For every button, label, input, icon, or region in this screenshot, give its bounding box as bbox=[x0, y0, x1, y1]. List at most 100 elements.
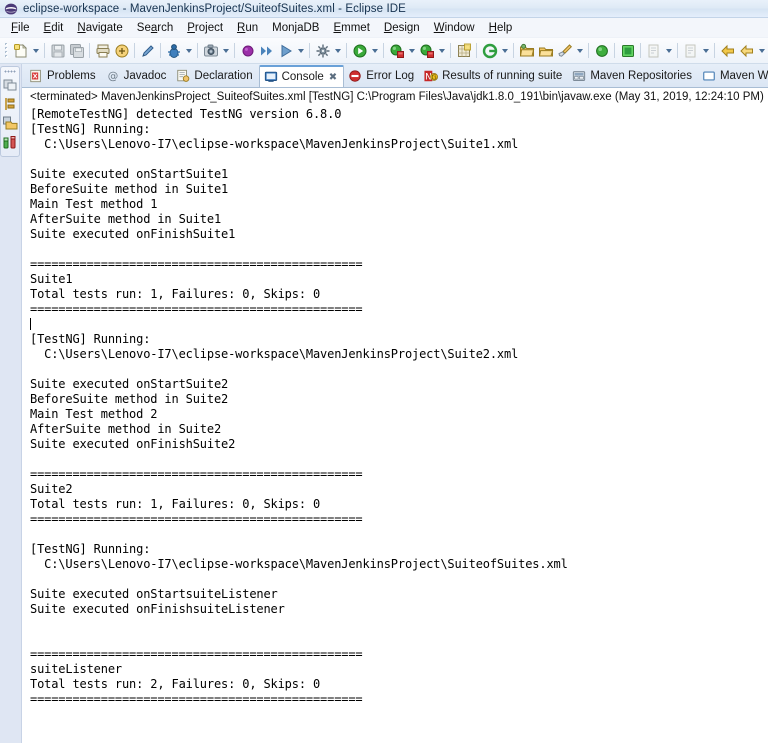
open-type-icon[interactable] bbox=[536, 41, 555, 61]
tab-label: Maven Repositories bbox=[590, 70, 692, 82]
toolbar-separator bbox=[450, 43, 451, 58]
tab-label: Results of running suite bbox=[442, 70, 562, 82]
fast-view-grip[interactable] bbox=[4, 69, 16, 74]
tab-javadoc[interactable]: @ Javadoc bbox=[102, 65, 173, 87]
quick-fix-icon[interactable] bbox=[138, 41, 157, 61]
workbench-main-area: Problems @ Javadoc Decl bbox=[0, 64, 768, 743]
menu-item-emmet[interactable]: Emmet bbox=[326, 21, 376, 35]
toolbar-separator bbox=[588, 43, 589, 58]
menu-item-file[interactable]: File bbox=[4, 21, 37, 35]
external-tools-dropdown-arrow[interactable] bbox=[332, 41, 343, 61]
console-output-text: [RemoteTestNG] detected TestNG version 6… bbox=[30, 107, 768, 707]
debug-icon[interactable] bbox=[164, 41, 183, 61]
javadoc-icon: @ bbox=[106, 69, 120, 83]
svg-text:G: G bbox=[431, 74, 436, 82]
package-explorer-icon[interactable] bbox=[2, 77, 18, 93]
brush-dropdown-arrow[interactable] bbox=[574, 41, 585, 61]
toolbar-separator bbox=[614, 43, 615, 58]
open-task-icon[interactable] bbox=[644, 41, 663, 61]
back-dropdown-arrow[interactable] bbox=[756, 41, 767, 61]
tab-label: Error Log bbox=[366, 70, 414, 82]
menu-item-monjadb[interactable]: MonjaDB bbox=[265, 21, 326, 35]
console-text-after-caret: [TestNG] Running: C:\Users\Lenovo-I7\ecl… bbox=[30, 332, 568, 706]
print-icon[interactable] bbox=[93, 41, 112, 61]
console-output-area[interactable]: [RemoteTestNG] detected TestNG version 6… bbox=[22, 106, 768, 743]
maven-repositories-icon bbox=[572, 69, 586, 83]
maven-workspace-icon bbox=[702, 69, 716, 83]
coverage-last-dropdown-arrow[interactable] bbox=[436, 41, 447, 61]
external-tools-icon[interactable] bbox=[313, 41, 332, 61]
toolbar-grip[interactable] bbox=[3, 43, 10, 59]
main-toolbar bbox=[0, 38, 768, 64]
menu-item-project[interactable]: Project bbox=[180, 21, 230, 35]
brush-icon[interactable] bbox=[555, 41, 574, 61]
back-active-icon[interactable] bbox=[718, 41, 737, 61]
tab-results-of-running-suite[interactable]: N G Results of running suite bbox=[420, 65, 568, 87]
resume-icon[interactable] bbox=[592, 41, 611, 61]
toolbar-separator bbox=[234, 43, 235, 58]
toolbar-separator bbox=[197, 43, 198, 58]
back-icon[interactable] bbox=[737, 41, 756, 61]
window-title: eclipse-workspace - MavenJenkinsProject/… bbox=[23, 3, 406, 15]
tab-label: Declaration bbox=[194, 70, 252, 82]
tab-problems[interactable]: Problems bbox=[25, 65, 102, 87]
run-last-tool-icon[interactable] bbox=[350, 41, 369, 61]
git-dropdown-arrow[interactable] bbox=[499, 41, 510, 61]
new-wizard-dropdown-arrow[interactable] bbox=[30, 41, 41, 61]
tab-error-log[interactable]: Error Log bbox=[344, 65, 420, 87]
close-icon[interactable]: ✖ bbox=[329, 72, 337, 83]
coverage-last-icon[interactable] bbox=[417, 41, 436, 61]
run-dropdown-arrow[interactable] bbox=[295, 41, 306, 61]
menu-item-search[interactable]: Search bbox=[130, 21, 180, 35]
menu-item-run[interactable]: Run bbox=[230, 21, 265, 35]
junit-icon[interactable] bbox=[2, 134, 18, 150]
menu-item-edit[interactable]: Edit bbox=[37, 21, 71, 35]
build-all-icon[interactable] bbox=[112, 41, 131, 61]
tab-maven-workspace[interactable]: Maven Workspac bbox=[698, 65, 768, 87]
run-last-dropdown-arrow[interactable] bbox=[369, 41, 380, 61]
save-all-icon[interactable] bbox=[67, 41, 86, 61]
tab-label: Problems bbox=[47, 70, 96, 82]
fast-view-box bbox=[0, 66, 20, 157]
open-folder-icon[interactable] bbox=[517, 41, 536, 61]
console-view: Problems @ Javadoc Decl bbox=[22, 64, 768, 743]
profile-dropdown-arrow[interactable] bbox=[220, 41, 231, 61]
window-titlebar: eclipse-workspace - MavenJenkinsProject/… bbox=[0, 0, 768, 18]
profile-icon[interactable] bbox=[201, 41, 220, 61]
coverage-icon[interactable] bbox=[387, 41, 406, 61]
git-repository-icon[interactable] bbox=[480, 41, 499, 61]
new-java-package-icon[interactable] bbox=[454, 41, 473, 61]
tab-label: Console bbox=[282, 71, 324, 83]
new-task-icon[interactable] bbox=[681, 41, 700, 61]
toolbar-separator bbox=[714, 43, 715, 58]
menu-item-window[interactable]: Window bbox=[427, 21, 482, 35]
open-task-dropdown-arrow[interactable] bbox=[663, 41, 674, 61]
save-icon[interactable] bbox=[48, 41, 67, 61]
menu-item-design[interactable]: Design bbox=[377, 21, 427, 35]
toolbar-separator bbox=[346, 43, 347, 58]
step-over-icon[interactable] bbox=[257, 41, 276, 61]
debug-dropdown-arrow[interactable] bbox=[183, 41, 194, 61]
tab-label: Javadoc bbox=[124, 70, 167, 82]
tab-maven-repositories[interactable]: Maven Repositories bbox=[568, 65, 698, 87]
new-task-dropdown-arrow[interactable] bbox=[700, 41, 711, 61]
console-text-before-caret: [RemoteTestNG] detected TestNG version 6… bbox=[30, 107, 518, 316]
menu-item-help[interactable]: Help bbox=[482, 21, 520, 35]
outline-icon[interactable] bbox=[2, 96, 18, 112]
terminate-icon[interactable] bbox=[618, 41, 637, 61]
run-icon[interactable] bbox=[276, 41, 295, 61]
record-macro-icon[interactable] bbox=[238, 41, 257, 61]
toolbar-separator bbox=[513, 43, 514, 58]
tab-declaration[interactable]: Declaration bbox=[172, 65, 258, 87]
coverage-dropdown-arrow[interactable] bbox=[406, 41, 417, 61]
toolbar-separator bbox=[134, 43, 135, 58]
toolbar-separator bbox=[44, 43, 45, 58]
tab-console[interactable]: Console ✖ bbox=[259, 65, 345, 88]
eclipse-logo-icon bbox=[4, 2, 18, 16]
menu-item-navigate[interactable]: Navigate bbox=[70, 21, 129, 35]
project-explorer-icon[interactable] bbox=[2, 115, 18, 131]
new-wizard-icon[interactable] bbox=[11, 41, 30, 61]
console-process-header: <terminated> MavenJenkinsProject_Suiteof… bbox=[22, 88, 768, 106]
toolbar-separator bbox=[476, 43, 477, 58]
console-icon bbox=[264, 70, 278, 84]
